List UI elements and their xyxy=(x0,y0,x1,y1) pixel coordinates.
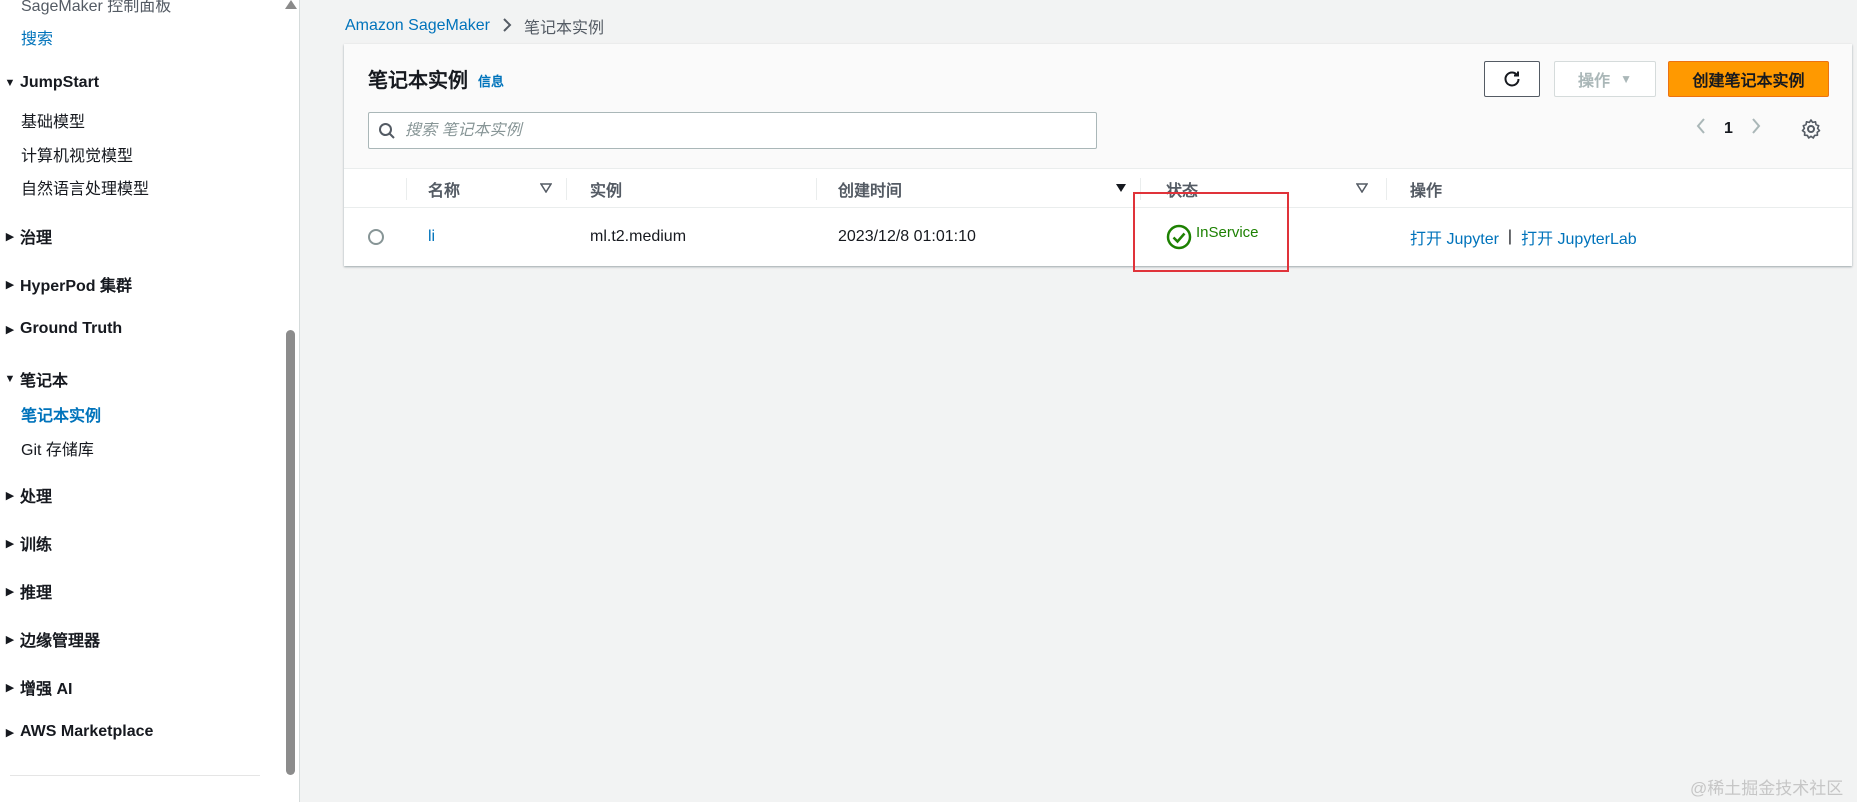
caret-right-icon: ▶ xyxy=(5,323,15,336)
sidebar-section-label: 笔记本 xyxy=(20,373,69,390)
sidebar-section-governance[interactable]: ▶ 治理 xyxy=(0,224,52,248)
caret-right-icon: ▶ xyxy=(5,681,15,694)
notebook-instances-panel: 笔记本实例 信息 操作 ▼ 创建笔记本实例 搜索 笔记本实例 1 名称 实例 创… xyxy=(344,44,1852,266)
sidebar-item-git-repositories[interactable]: Git 存储库 xyxy=(21,436,94,460)
previous-page-icon[interactable] xyxy=(1696,117,1706,140)
breadcrumb: Amazon SageMaker 笔记本实例 xyxy=(345,14,604,38)
column-header-name[interactable]: 名称 xyxy=(428,170,460,208)
refresh-button[interactable] xyxy=(1484,61,1540,97)
sidebar-section-edge-manager[interactable]: ▶ 边缘管理器 xyxy=(0,627,100,651)
caret-down-icon: ▼ xyxy=(1620,72,1632,86)
sidebar-section-processing[interactable]: ▶ 处理 xyxy=(0,483,52,507)
info-link[interactable]: 信息 xyxy=(478,71,504,90)
sidebar-section-augmented-ai[interactable]: ▶ 增强 AI xyxy=(0,675,73,699)
sort-descending-icon[interactable] xyxy=(1115,183,1127,196)
actions-dropdown-button[interactable]: 操作 ▼ xyxy=(1554,61,1656,97)
breadcrumb-current: 笔记本实例 xyxy=(523,20,604,37)
column-separator xyxy=(816,178,817,200)
scroll-up-arrow-icon[interactable] xyxy=(285,0,297,9)
action-separator: | xyxy=(1507,228,1513,245)
caret-down-icon: ▼ xyxy=(4,373,16,385)
sidebar-scrollbar-thumb[interactable] xyxy=(286,330,295,775)
open-jupyterlab-link[interactable]: 打开 JupyterLab xyxy=(1521,225,1637,249)
row-select-radio[interactable] xyxy=(368,209,384,265)
creation-time-cell: 2023/12/8 01:01:10 xyxy=(838,228,976,245)
status-highlight-box xyxy=(1133,192,1289,272)
caret-right-icon: ▶ xyxy=(5,726,15,739)
sidebar-section-label: 训练 xyxy=(20,537,53,554)
create-notebook-instance-button[interactable]: 创建笔记本实例 xyxy=(1668,61,1829,97)
column-header-actions: 操作 xyxy=(1410,183,1443,200)
sidebar-section-label: 增强 AI xyxy=(20,681,73,698)
sidebar-section-label: 处理 xyxy=(20,489,53,506)
sidebar-section-label: 推理 xyxy=(20,585,53,602)
sidebar-section-label: 治理 xyxy=(20,230,53,247)
sidebar-item-foundation-models[interactable]: 基础模型 xyxy=(21,108,85,132)
pagination: 1 xyxy=(1696,117,1761,140)
search-icon xyxy=(369,113,405,149)
sidebar-section-aws-marketplace[interactable]: ▶ AWS Marketplace xyxy=(0,723,154,741)
radio-button[interactable] xyxy=(368,229,384,245)
instance-name-link[interactable]: li xyxy=(428,228,435,246)
sidebar-section-label: Ground Truth xyxy=(20,320,123,337)
search-field xyxy=(368,112,1097,149)
page-title: 笔记本实例 xyxy=(368,70,468,92)
current-page-number[interactable]: 1 xyxy=(1724,120,1733,138)
table-header-row: 名称 实例 创建时间 状态 操作 xyxy=(344,170,1852,208)
watermark: @稀土掘金技术社区 xyxy=(1690,779,1844,798)
actions-label: 操作 xyxy=(1578,73,1611,90)
chevron-right-icon xyxy=(502,16,512,37)
sidebar-section-label: 边缘管理器 xyxy=(20,633,101,650)
sort-icon[interactable] xyxy=(1355,183,1369,196)
instance-type-cell: ml.t2.medium xyxy=(590,228,687,245)
sidebar-item-nlp-models[interactable]: 自然语言处理模型 xyxy=(21,175,149,199)
sidebar-divider xyxy=(10,775,260,776)
sidebar-item-notebook-instances[interactable]: 笔记本实例 xyxy=(21,402,101,426)
actions-cell: 打开 Jupyter | 打开 JupyterLab xyxy=(1410,209,1637,265)
column-header-creation-time[interactable]: 创建时间 xyxy=(838,170,902,208)
side-navigation: SageMaker 控制面板 搜索 ▼ JumpStart 基础模型 计算机视觉… xyxy=(0,0,300,802)
sidebar-section-notebook[interactable]: ▼ 笔记本 xyxy=(0,367,68,391)
refresh-icon xyxy=(1504,71,1520,87)
next-page-icon[interactable] xyxy=(1751,117,1761,140)
caret-right-icon: ▶ xyxy=(5,633,15,646)
sidebar-section-training[interactable]: ▶ 训练 xyxy=(0,531,52,555)
caret-right-icon: ▶ xyxy=(5,278,15,291)
sidebar-section-label: HyperPod 集群 xyxy=(20,278,133,295)
open-jupyter-link[interactable]: 打开 Jupyter xyxy=(1410,225,1499,249)
column-header-instance[interactable]: 实例 xyxy=(590,170,622,208)
column-separator xyxy=(406,178,407,200)
sidebar-item-computer-vision-models[interactable]: 计算机视觉模型 xyxy=(21,142,133,166)
caret-right-icon: ▶ xyxy=(5,585,15,598)
column-separator xyxy=(1386,178,1387,200)
sidebar-section-hyperpod[interactable]: ▶ HyperPod 集群 xyxy=(0,272,132,296)
sidebar-section-label: JumpStart xyxy=(20,74,100,91)
caret-right-icon: ▶ xyxy=(5,230,15,243)
panel-header: 笔记本实例 信息 操作 ▼ 创建笔记本实例 搜索 笔记本实例 1 xyxy=(344,44,1852,169)
caret-right-icon: ▶ xyxy=(5,537,15,550)
caret-down-icon: ▼ xyxy=(4,77,16,89)
column-separator xyxy=(566,178,567,200)
search-input[interactable] xyxy=(405,121,1085,140)
sidebar-section-jumpstart[interactable]: ▼ JumpStart xyxy=(0,74,100,92)
sort-icon[interactable] xyxy=(539,183,553,196)
sidebar-section-inference[interactable]: ▶ 推理 xyxy=(0,579,52,603)
sidebar-item-search[interactable]: 搜索 xyxy=(21,25,53,49)
breadcrumb-sagemaker-link[interactable]: Amazon SageMaker xyxy=(345,17,490,35)
gear-icon[interactable] xyxy=(1800,118,1824,142)
sidebar-item-dashboard[interactable]: SageMaker 控制面板 xyxy=(21,0,171,16)
sidebar-section-label: AWS Marketplace xyxy=(20,723,154,740)
caret-right-icon: ▶ xyxy=(5,489,15,502)
table-row[interactable]: li ml.t2.medium 2023/12/8 01:01:10 InSer… xyxy=(344,209,1852,265)
sidebar-section-ground-truth[interactable]: ▶ Ground Truth xyxy=(0,320,122,338)
